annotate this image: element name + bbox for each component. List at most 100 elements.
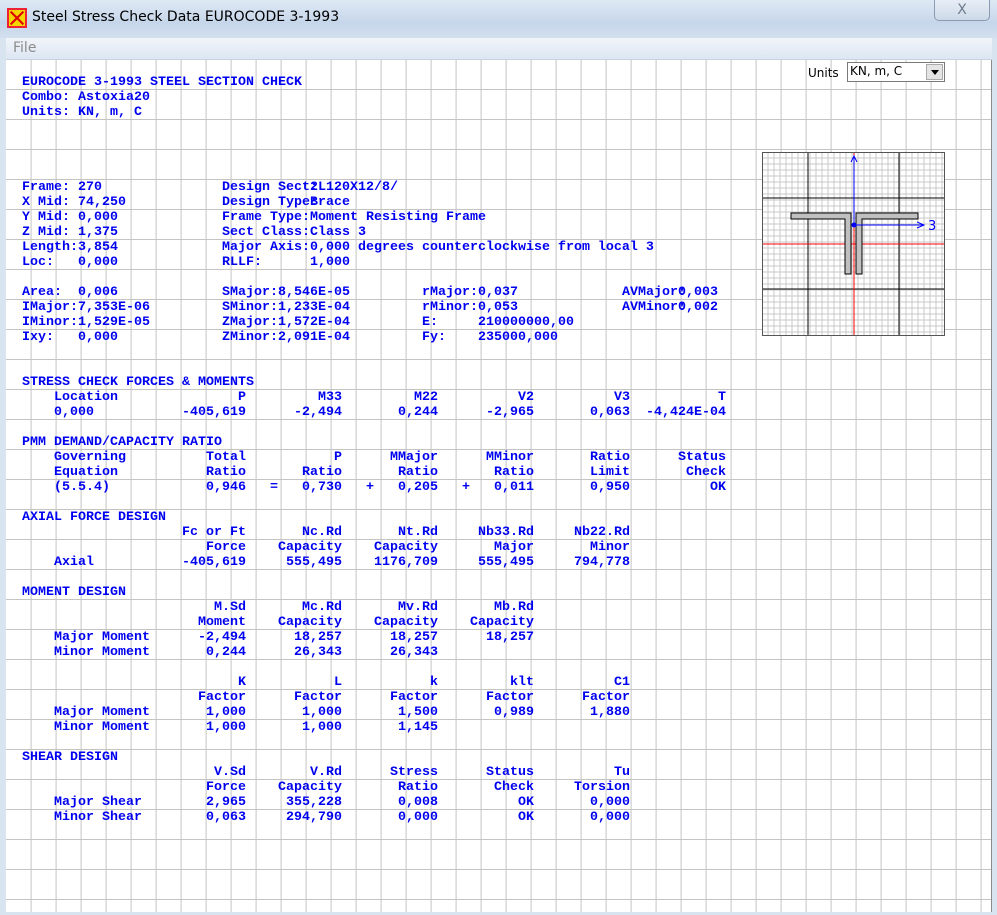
cell-value: 1,000 [206, 705, 246, 720]
field: IMajor7,353E-06 [22, 300, 150, 315]
field-label: Frame Type [222, 210, 310, 225]
cell-value: 0,008 [398, 795, 438, 810]
cell-value: Tu [614, 765, 630, 780]
cell-value: 18,257 [390, 630, 438, 645]
units-dropdown[interactable]: KN, m, C [847, 62, 945, 82]
report-line [22, 495, 762, 510]
cell-value: Factor [486, 690, 534, 705]
cell-value: Capacity [278, 780, 342, 795]
field-value: 0,006 [78, 285, 118, 300]
field: AVMajor0,003 [622, 285, 718, 300]
field-value: 235000,000 [478, 330, 558, 345]
field: Major Axis0,000 degrees counterclockwise… [222, 240, 654, 255]
report-line: Minor Moment 1,000 1,000 1,145 [22, 720, 762, 735]
cell-value: Limit [590, 465, 630, 480]
cell-value: 0,063 [206, 810, 246, 825]
field-value: 2,091E-04 [278, 330, 350, 345]
cell-value: C1 [614, 675, 630, 690]
cell-value: -405,619 [182, 405, 246, 420]
menu-bar: File [6, 38, 992, 60]
report-line [22, 165, 762, 180]
field-value: 2L120X12/8/ [310, 180, 398, 195]
field-label: Sect Class [222, 225, 310, 240]
field-label: AVMajor [622, 285, 678, 300]
section-title: STRESS CHECK FORCES & MOMENTS [22, 375, 254, 390]
field-label: AVMinor [622, 300, 678, 315]
report-line: Force Capacity Ratio Check Torsion [22, 780, 762, 795]
units-value: KN, m, C [850, 64, 903, 78]
close-button[interactable]: X [934, 0, 990, 21]
cell-value: Ratio [398, 780, 438, 795]
report-line: 0,000 -405,619 -2,494 0,244 -2,965 0,063 -4,42… [22, 405, 762, 420]
field: Design Sect2L120X12/8/ [222, 180, 398, 195]
field: SMajor8,546E-05 [222, 285, 350, 300]
cell-value: Torsion [574, 780, 630, 795]
cell-value: Capacity [278, 540, 342, 555]
cell-value: 0,989 [494, 705, 534, 720]
row-label: Minor Moment [54, 720, 150, 735]
report-line: Area0,006 SMajor8,546E-05 rMajor0,037 AVMaj… [22, 285, 762, 300]
row-label: 0,000 [54, 405, 94, 420]
cell-value: k [430, 675, 438, 690]
cell-value: P [334, 450, 342, 465]
report-line: IMajor7,353E-06 SMinor1,233E-04 rMinor0,05… [22, 300, 762, 315]
field-label: Ixy [22, 330, 78, 345]
cell-value: 0,063 [590, 405, 630, 420]
chevron-down-icon[interactable] [926, 64, 943, 80]
cell-value: 0,000 [398, 810, 438, 825]
report-line: Y Mid0,000 Frame TypeMoment Resisting Fra… [22, 210, 762, 225]
report-line: Frame270 Design Sect2L120X12/8/ [22, 180, 762, 195]
field: Design TypeBrace [222, 195, 350, 210]
report-line: UnitsKN, m, C [22, 105, 762, 120]
field-value: 210000000,00 [478, 315, 574, 330]
menu-file[interactable]: File [13, 40, 36, 56]
cell-value: Ratio [206, 465, 246, 480]
report-line: Length3,854 Major Axis0,000 degrees count… [22, 240, 762, 255]
field: Area0,006 [22, 285, 118, 300]
field-label: ZMinor [222, 330, 278, 345]
cell-value: 1,500 [398, 705, 438, 720]
field-label: Combo [22, 90, 78, 105]
row-label: Minor Moment [54, 645, 150, 660]
cell-value: Nb33.Rd [478, 525, 534, 540]
section-title: PMM DEMAND/CAPACITY RATIO [22, 435, 222, 450]
field-value: 0,000 [78, 210, 118, 225]
field: AVMinor0,002 [622, 300, 718, 315]
field: ComboAstoxia20 [22, 90, 150, 105]
cell-value: M.Sd [214, 600, 246, 615]
report-line [22, 420, 762, 435]
field-label: IMajor [22, 300, 78, 315]
cell-value: Nb22.Rd [574, 525, 630, 540]
cell-value: 1,145 [398, 720, 438, 735]
cell-value: Capacity [470, 615, 534, 630]
field-label: Major Axis [222, 240, 310, 255]
cell-value: 0,244 [398, 405, 438, 420]
report-line: PMM DEMAND/CAPACITY RATIO [22, 435, 762, 450]
report-line: Loc0,000 RLLF1,000 [22, 255, 762, 270]
cell-value: V.Sd [214, 765, 246, 780]
cell-value: Capacity [374, 615, 438, 630]
field-value: 0,053 [478, 300, 518, 315]
cell-value: 294,790 [286, 810, 342, 825]
cell-value: L [334, 675, 342, 690]
row-label: (5.5.4) [54, 480, 110, 495]
report-line: ComboAstoxia20 [22, 90, 762, 105]
cell-value: V.Rd [310, 765, 342, 780]
report-line [22, 735, 762, 750]
cell-value: Mb.Rd [494, 600, 534, 615]
field-value: Astoxia20 [78, 90, 150, 105]
section-title: AXIAL FORCE DESIGN [22, 510, 166, 525]
report-line: Minor Shear 0,063 294,790 0,000 OK 0,000 [22, 810, 762, 825]
cell-value: Capacity [374, 540, 438, 555]
cell-value: = 0,730 [270, 480, 342, 495]
field: RLLF1,000 [222, 255, 350, 270]
cell-value: + 0,011 [462, 480, 534, 495]
cell-value: MMajor [390, 450, 438, 465]
cell-value: 0,950 [590, 480, 630, 495]
cell-value: 1176,709 [374, 555, 438, 570]
field: ZMajor1,572E-04 [222, 315, 350, 330]
report-line: Force Capacity Capacity Major Minor [22, 540, 762, 555]
cell-value: 555,495 [478, 555, 534, 570]
field: Loc0,000 [22, 255, 118, 270]
field-label: Length [22, 240, 78, 255]
